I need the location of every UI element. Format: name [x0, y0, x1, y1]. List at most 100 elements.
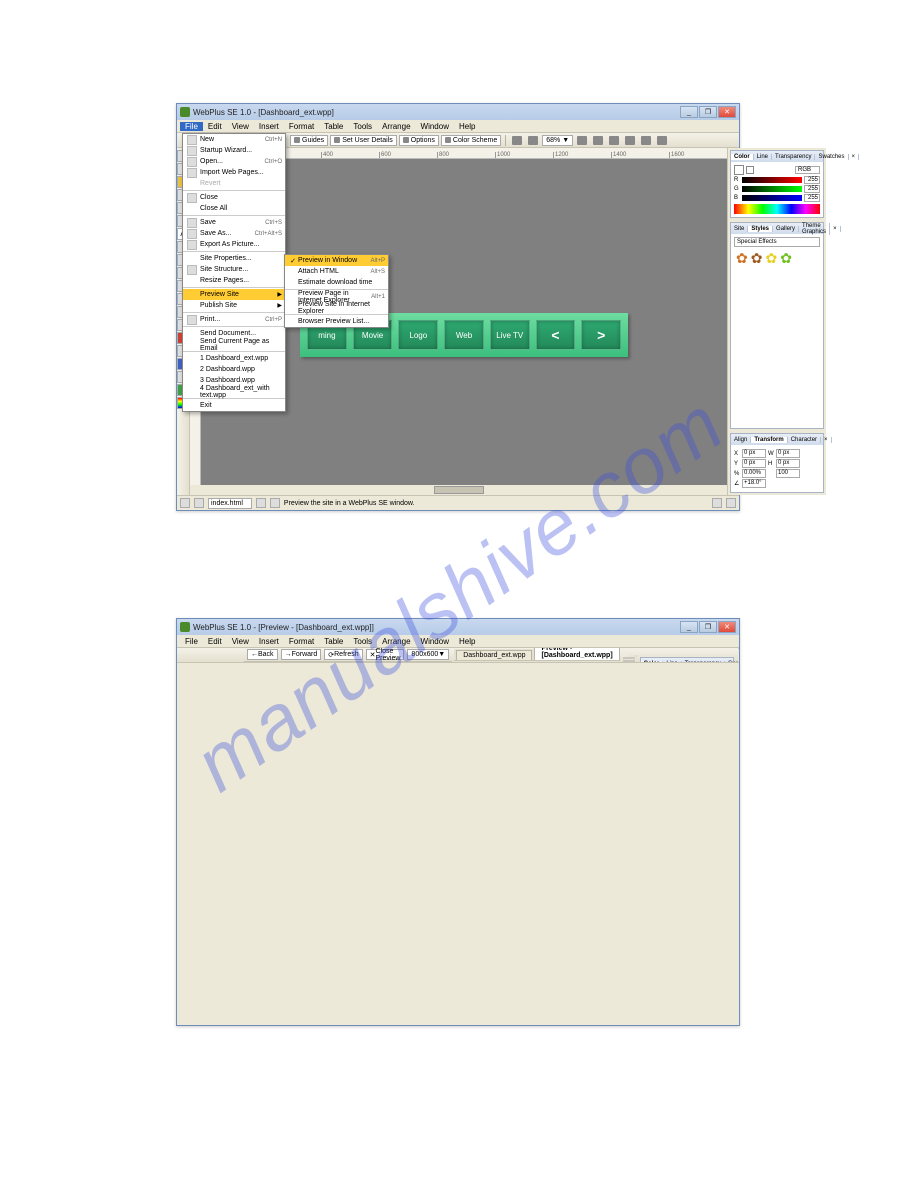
- nav-button[interactable]: Live TV: [490, 320, 530, 350]
- submenu-item[interactable]: Estimate download time: [285, 277, 388, 288]
- toolbar-btn[interactable]: [575, 134, 589, 147]
- menu-item[interactable]: Print...Ctrl+P: [183, 314, 285, 325]
- transform-h[interactable]: 0 px: [776, 459, 800, 468]
- slider-r[interactable]: [742, 177, 802, 183]
- transform-x[interactable]: 0 px: [742, 449, 766, 458]
- menu-table[interactable]: Table: [319, 637, 348, 646]
- styles-combo[interactable]: Special Effects: [734, 237, 820, 247]
- menu-item[interactable]: Export As Picture...: [183, 239, 285, 250]
- close-preview-button[interactable]: ✕ Close Preview: [366, 649, 405, 660]
- menu-insert[interactable]: Insert: [254, 122, 284, 131]
- status-icon[interactable]: [180, 498, 190, 508]
- value-r[interactable]: 255: [804, 176, 820, 184]
- value-g[interactable]: 255: [804, 185, 820, 193]
- menu-arrange[interactable]: Arrange: [377, 122, 415, 131]
- tab-transparency[interactable]: Transparency: [682, 661, 725, 664]
- menu-item[interactable]: Save As...Ctrl+Alt+S: [183, 228, 285, 239]
- fill-swatch[interactable]: [734, 165, 744, 175]
- back-button[interactable]: ← Back: [247, 649, 278, 660]
- refresh-button[interactable]: ⟳ Refresh: [324, 649, 362, 660]
- nav-button[interactable]: Web: [444, 320, 484, 350]
- panel-close-icon[interactable]: ×: [849, 154, 860, 160]
- menu-format[interactable]: Format: [284, 637, 319, 646]
- submenu-item[interactable]: Attach HTMLAlt+S: [285, 266, 388, 277]
- tab-transparency[interactable]: Transparency: [772, 154, 815, 160]
- status-icon[interactable]: [270, 498, 280, 508]
- transform-r2[interactable]: 100: [776, 469, 800, 478]
- menu-item[interactable]: Startup Wizard...: [183, 145, 285, 156]
- status-icon[interactable]: [256, 498, 266, 508]
- zoom-out-icon[interactable]: [510, 134, 524, 147]
- menu-view[interactable]: View: [227, 637, 254, 646]
- slider-b[interactable]: [742, 195, 802, 201]
- stroke-swatch[interactable]: [746, 166, 754, 174]
- menu-item[interactable]: 1 Dashboard_ext.wpp: [183, 353, 285, 364]
- style-star-icon[interactable]: ✿: [765, 251, 777, 265]
- menu-edit[interactable]: Edit: [203, 122, 227, 131]
- transform-y[interactable]: 0 px: [742, 459, 766, 468]
- menu-item[interactable]: Preview Site▶: [183, 289, 285, 300]
- nav-next-icon[interactable]: >: [581, 320, 621, 350]
- scrollbar-horizontal[interactable]: [190, 485, 727, 495]
- menu-item[interactable]: SaveCtrl+S: [183, 217, 285, 228]
- zoom-value[interactable]: 68% ▼: [542, 135, 573, 146]
- tab-swatches[interactable]: Swatches: [815, 154, 848, 160]
- style-star-icon[interactable]: ✿: [736, 251, 748, 265]
- doc-tab-active[interactable]: Preview - [Dashboard_ext.wpp]: [534, 648, 619, 660]
- menu-item[interactable]: Publish Site▶: [183, 300, 285, 311]
- spectrum-picker[interactable]: [734, 204, 820, 214]
- tab-site[interactable]: Site: [731, 226, 748, 232]
- tab-character[interactable]: Character: [788, 437, 821, 443]
- doc-tab[interactable]: Dashboard_ext.wpp: [456, 650, 532, 660]
- zoom-in-icon[interactable]: [526, 134, 540, 147]
- tab-color[interactable]: Color: [731, 154, 754, 160]
- guides-dropdown[interactable]: Guides: [290, 135, 328, 146]
- style-star-icon[interactable]: ✿: [751, 251, 763, 265]
- minimize-button[interactable]: _: [680, 621, 698, 633]
- close-button[interactable]: ✕: [718, 621, 736, 633]
- tab-styles[interactable]: Styles: [748, 226, 773, 232]
- menu-edit[interactable]: Edit: [203, 637, 227, 646]
- close-button[interactable]: ✕: [718, 106, 736, 118]
- menu-window[interactable]: Window: [416, 637, 454, 646]
- menu-file[interactable]: File: [180, 637, 203, 646]
- submenu-item[interactable]: Browser Preview List...: [285, 316, 388, 327]
- maximize-button[interactable]: ❐: [699, 621, 717, 633]
- minimize-button[interactable]: _: [680, 106, 698, 118]
- menu-item[interactable]: Send Current Page as Email: [183, 339, 285, 350]
- menu-window[interactable]: Window: [416, 122, 454, 131]
- menu-insert[interactable]: Insert: [254, 637, 284, 646]
- menu-help[interactable]: Help: [454, 122, 480, 131]
- tab-align[interactable]: Align: [731, 437, 751, 443]
- menu-help[interactable]: Help: [454, 637, 480, 646]
- forward-button[interactable]: → Forward: [281, 649, 322, 660]
- menu-file[interactable]: File: [180, 122, 203, 131]
- toolbar-btn[interactable]: [639, 134, 653, 147]
- tab-line[interactable]: Line: [754, 154, 772, 160]
- submenu-item[interactable]: Preview Site in Internet Explorer: [285, 302, 388, 313]
- status-icon[interactable]: [194, 498, 204, 508]
- nav-button[interactable]: Logo: [398, 320, 438, 350]
- size-combo[interactable]: 800x600 ▼: [407, 649, 449, 660]
- submenu-item[interactable]: ✓Preview in WindowAlt+P: [285, 255, 388, 266]
- menu-item[interactable]: Site Properties...: [183, 253, 285, 264]
- color-scheme-button[interactable]: Color Scheme: [441, 135, 501, 146]
- toolbar-btn[interactable]: [607, 134, 621, 147]
- menu-tools[interactable]: Tools: [348, 122, 377, 131]
- slider-g[interactable]: [742, 186, 802, 192]
- transform-w[interactable]: 0 px: [776, 449, 800, 458]
- value-b[interactable]: 255: [804, 194, 820, 202]
- toolbar-btn[interactable]: [591, 134, 605, 147]
- menu-view[interactable]: View: [227, 122, 254, 131]
- menu-item[interactable]: 4 Dashboard_ext_with text.wpp: [183, 386, 285, 397]
- tab-gallery[interactable]: Gallery: [773, 226, 799, 232]
- page-combo[interactable]: index.html: [208, 498, 252, 509]
- menu-item[interactable]: Site Structure...: [183, 264, 285, 275]
- nav-prev-icon[interactable]: <: [536, 320, 576, 350]
- menu-item[interactable]: NewCtrl+N: [183, 134, 285, 145]
- transform-r[interactable]: 0.00%: [742, 469, 766, 478]
- menu-item[interactable]: Exit: [183, 400, 285, 411]
- transform-a[interactable]: +18.0°: [742, 479, 766, 488]
- menu-item[interactable]: 2 Dashboard.wpp: [183, 364, 285, 375]
- menu-item[interactable]: Open...Ctrl+O: [183, 156, 285, 167]
